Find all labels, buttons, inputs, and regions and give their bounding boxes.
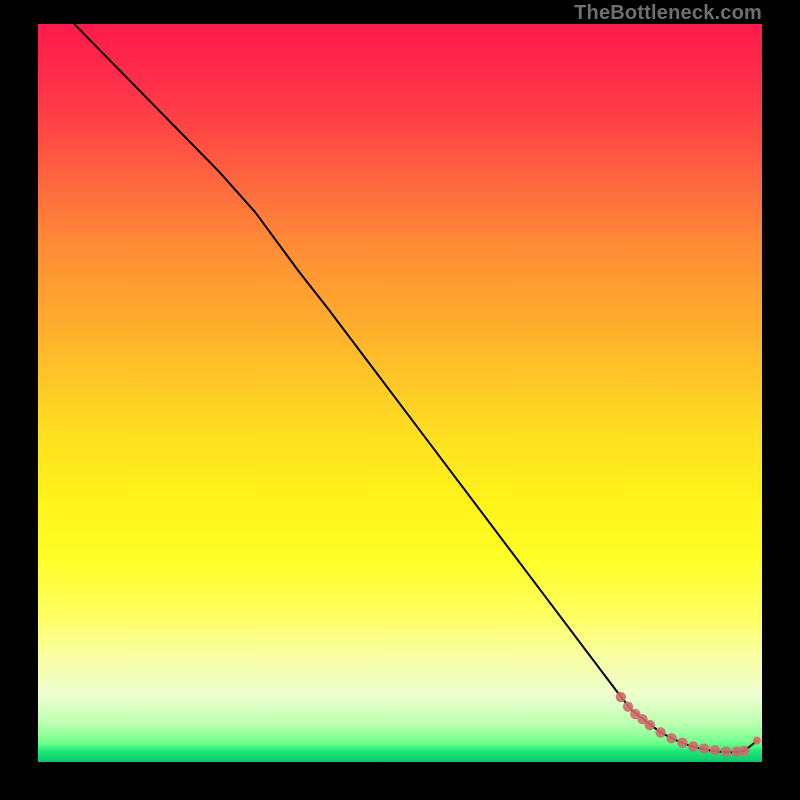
chart-container: TheBottleneck.com bbox=[0, 0, 800, 800]
plot-area bbox=[38, 24, 762, 762]
watermark-text: TheBottleneck.com bbox=[574, 2, 762, 25]
